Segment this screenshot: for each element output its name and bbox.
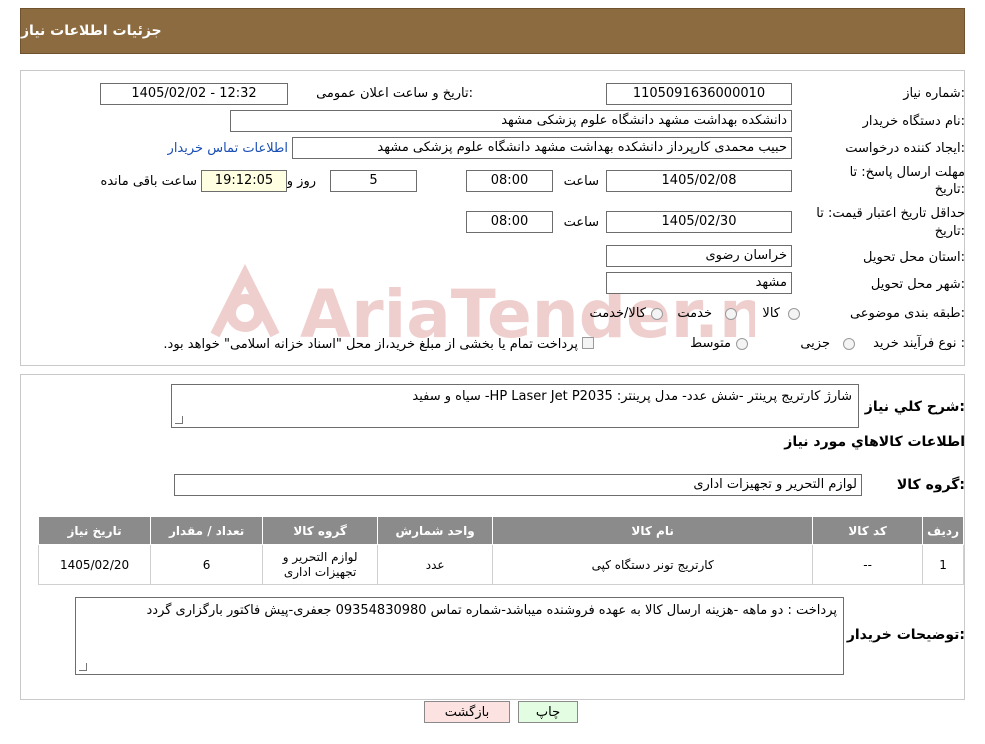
description-textarea[interactable]: شارژ کارتریج پرینتر -شش عدد- مدل پرینتر:… (171, 384, 859, 428)
validity-label-2: تاریخ: (934, 224, 965, 239)
buyer-org-field: دانشکده بهداشت مشهد دانشگاه علوم پزشکی م… (230, 110, 792, 132)
radio-goods[interactable] (788, 308, 800, 320)
radio-medium-label: متوسط (690, 336, 731, 351)
description-label: شرح کلي نياز: (864, 399, 965, 415)
cell-qty: 6 (150, 544, 264, 585)
cell-code: -- (812, 544, 924, 585)
creator-field: حبیب محمدی کارپرداز دانشکده بهداشت مشهد … (292, 137, 792, 159)
resize-handle-icon[interactable] (175, 416, 183, 424)
back-button[interactable]: بازگشت (424, 701, 510, 723)
days-field: 5 (330, 170, 417, 192)
remaining-time-field: 19:12:05 (201, 170, 287, 192)
deadline-time-field: 08:00 (466, 170, 553, 192)
deadline-label-2: تاریخ: (934, 182, 965, 197)
col-code: کد کالا (812, 516, 924, 545)
city-label: شهر محل تحویل: (870, 277, 965, 292)
category-label: طبقه بندی موضوعی: (849, 306, 965, 321)
need-number-field: 1105091636000010 (606, 83, 792, 105)
deadline-time-label: ساعت (563, 174, 599, 189)
process-note: پرداخت تمام یا بخشی از مبلغ خرید،از محل … (163, 337, 578, 352)
need-number-label: شماره نیاز: (903, 86, 965, 101)
cell-name: کارتریج تونر دستگاه کپی (492, 544, 814, 585)
goods-group-label: گروه کالا: (896, 477, 965, 493)
radio-service[interactable] (725, 308, 737, 320)
buyer-notes-textarea[interactable]: پرداخت : دو ماهه -هزینه ارسال کالا به عه… (75, 597, 844, 675)
province-field: خراسان رضوی (606, 245, 792, 267)
table-header-row: رديف کد کالا نام کالا واحد شمارش گروه کا… (37, 516, 964, 545)
cell-group: لوازم التحریر و تجهیزات اداری (262, 544, 379, 585)
col-date: تاریخ نیاز (37, 516, 152, 545)
col-qty: تعداد / مقدار (150, 516, 264, 545)
table-row: 1 -- کارتریج تونر دستگاه کپی عدد لوازم ا… (37, 544, 964, 585)
buyer-notes-label: توضیحات خریدار: (846, 627, 965, 643)
province-label: استان محل تحویل: (863, 250, 965, 265)
deadline-label: مهلت ارسال پاسخ: تا (849, 165, 965, 180)
days-label: روز و (286, 174, 316, 189)
radio-minor[interactable] (843, 338, 855, 350)
city-field: مشهد (606, 272, 792, 294)
print-button[interactable]: چاپ (518, 701, 578, 723)
buyer-org-label: نام دستگاه خریدار: (862, 114, 965, 129)
radio-goods-label: کالا (762, 306, 780, 321)
cell-date: 1405/02/20 (37, 544, 152, 585)
cell-row: 1 (922, 544, 964, 585)
description-text: شارژ کارتریج پرینتر -شش عدد- مدل پرینتر:… (412, 389, 852, 404)
col-unit: واحد شمارش (377, 516, 494, 545)
validity-label: حداقل تاریخ اعتبار قیمت: تا (816, 206, 965, 221)
remaining-label: ساعت باقی مانده (100, 174, 197, 189)
cell-unit: عدد (377, 544, 494, 585)
announce-field: 1405/02/02 - 12:32 (100, 83, 288, 105)
announce-label: تاریخ و ساعت اعلان عمومی: (316, 86, 473, 101)
goods-info-title: اطلاعات کالاهاي مورد نياز (784, 434, 965, 450)
buyer-contact-link[interactable]: اطلاعات تماس خریدار (168, 141, 288, 156)
deadline-date-field: 1405/02/08 (606, 170, 792, 192)
radio-goods-service[interactable] (651, 308, 663, 320)
col-group: گروه کالا (262, 516, 379, 545)
treasury-checkbox[interactable] (582, 337, 594, 349)
radio-goods-service-label: کالا/خدمت (589, 306, 646, 321)
radio-minor-label: جزیی (800, 336, 830, 351)
creator-label: ایجاد کننده درخواست: (845, 141, 965, 156)
goods-group-field: لوازم التحریر و تجهیزات اداری (174, 474, 862, 496)
col-row: رديف (922, 516, 964, 545)
page-title: جزئیات اطلاعات نیاز (21, 23, 162, 39)
page-header: جزئیات اطلاعات نیاز (20, 8, 965, 54)
radio-service-label: خدمت (677, 306, 712, 321)
radio-medium[interactable] (736, 338, 748, 350)
process-label: نوع فرآیند خرید : (873, 336, 965, 351)
validity-time-label: ساعت (563, 215, 599, 230)
resize-handle-icon[interactable] (79, 663, 87, 671)
items-table: رديف کد کالا نام کالا واحد شمارش گروه کا… (37, 516, 964, 585)
validity-date-field: 1405/02/30 (606, 211, 792, 233)
buyer-notes-text: پرداخت : دو ماهه -هزینه ارسال کالا به عه… (146, 603, 837, 618)
validity-time-field: 08:00 (466, 211, 553, 233)
col-name: نام کالا (492, 516, 814, 545)
